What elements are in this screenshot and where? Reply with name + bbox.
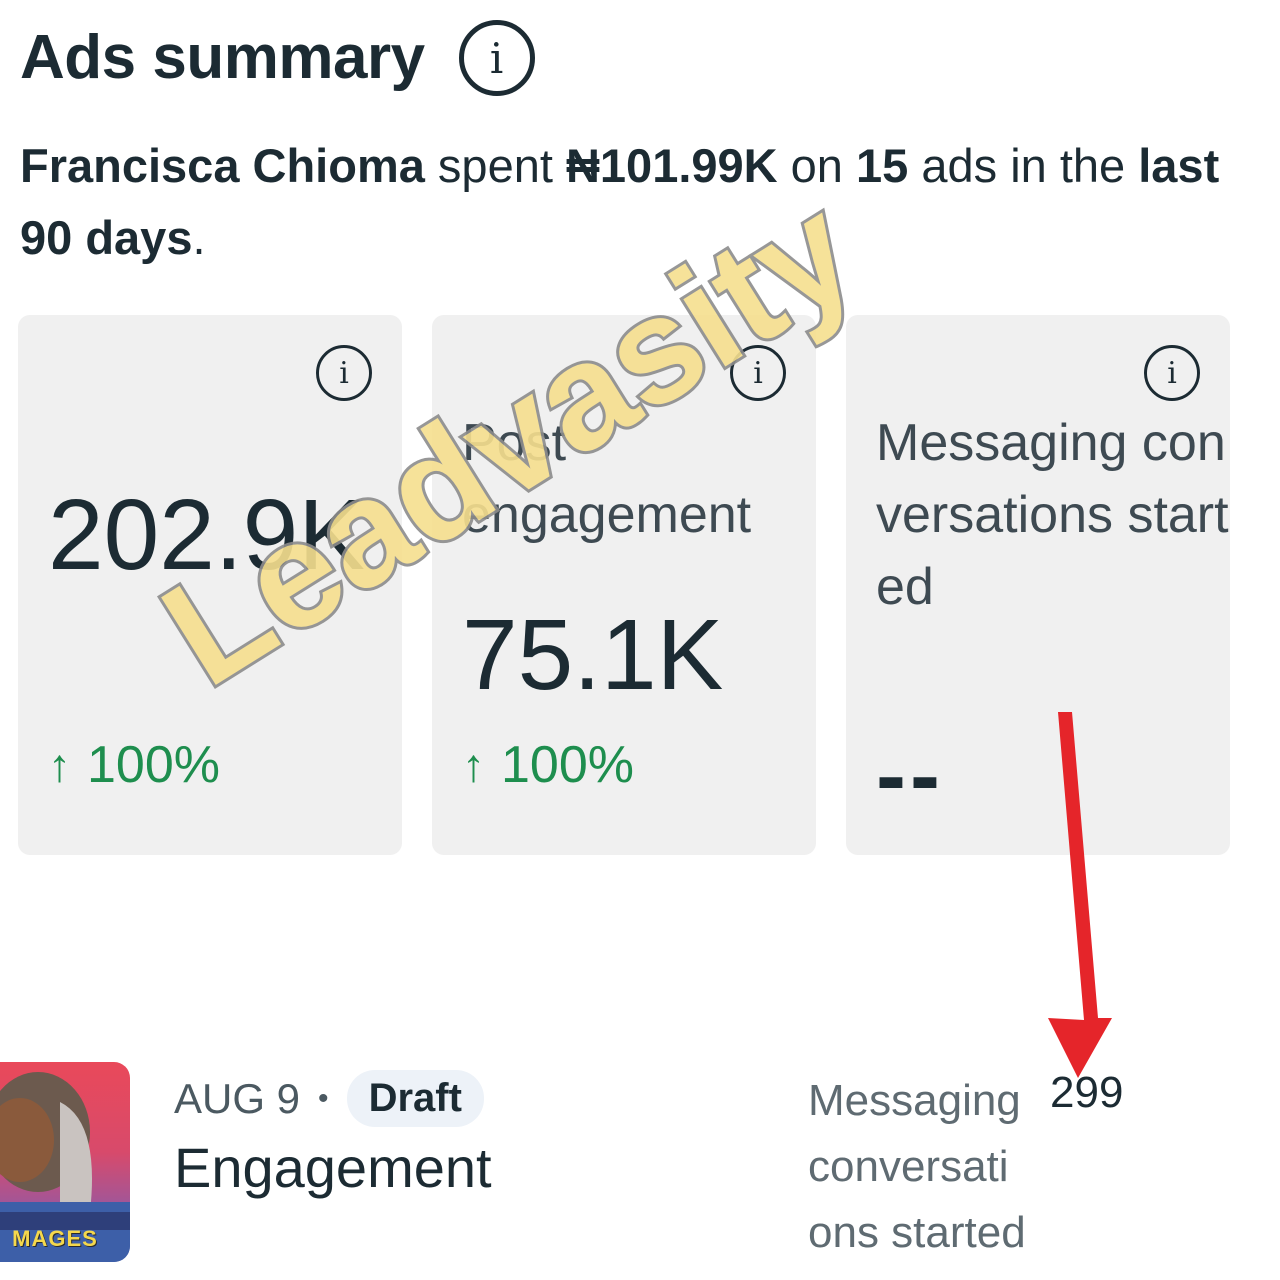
separator: • (318, 1081, 329, 1115)
arrow-up-icon: ↑ (48, 739, 71, 791)
metric-card-messaging[interactable]: i Messaging conversations started -- (846, 315, 1230, 855)
delta-value: 100% (87, 736, 220, 794)
metric-delta: ↑ 100% (48, 735, 220, 795)
summary-text: spent (424, 139, 566, 192)
metric-value: 202.9K (48, 479, 365, 591)
summary-text: ads in the (908, 139, 1139, 192)
ads-summary-header: Ads summary i (20, 18, 535, 98)
info-icon[interactable]: i (1144, 345, 1200, 401)
ad-date: AUG 9 (174, 1074, 301, 1122)
advertiser-name: Francisca Chioma (20, 139, 425, 192)
summary-text: . (192, 211, 206, 264)
page-title: Ads summary (20, 23, 425, 92)
delta-value: 100% (501, 736, 634, 794)
metric-delta: ↑ 100% (462, 735, 634, 795)
spend-amount: ₦101.99K (565, 139, 778, 192)
arrow-up-icon: ↑ (462, 739, 485, 791)
metric-label: Messaging conversations started (876, 414, 1229, 616)
ad-metric-label: Messaging conversations started (808, 1076, 1026, 1257)
ad-count: 15 (856, 139, 909, 192)
info-icon[interactable]: i (316, 345, 372, 401)
status-badge: Draft (346, 1070, 484, 1127)
metric-card-post-engagement[interactable]: i Post engagement 75.1K ↑ 100% (432, 315, 816, 855)
ad-metric-value: 299 (1050, 1068, 1124, 1117)
metric-value: 75.1K (462, 599, 724, 711)
summary-text: on (777, 139, 857, 192)
thumbnail-text: MAGES (12, 1226, 98, 1251)
info-icon[interactable]: i (730, 345, 786, 401)
ad-meta: AUG 9 • Draft (174, 1070, 484, 1127)
metric-value: -- (876, 726, 944, 826)
ad-thumbnail[interactable]: MAGES (0, 1062, 130, 1262)
spend-summary: Francisca Chioma spent ₦101.99K on 15 ad… (20, 130, 1260, 274)
metric-card-reach[interactable]: i 202.9K ↑ 100% (18, 315, 402, 855)
info-icon[interactable]: i (458, 20, 535, 96)
ad-name[interactable]: Engagement (174, 1135, 492, 1200)
metric-label: Post engagement (462, 414, 752, 544)
